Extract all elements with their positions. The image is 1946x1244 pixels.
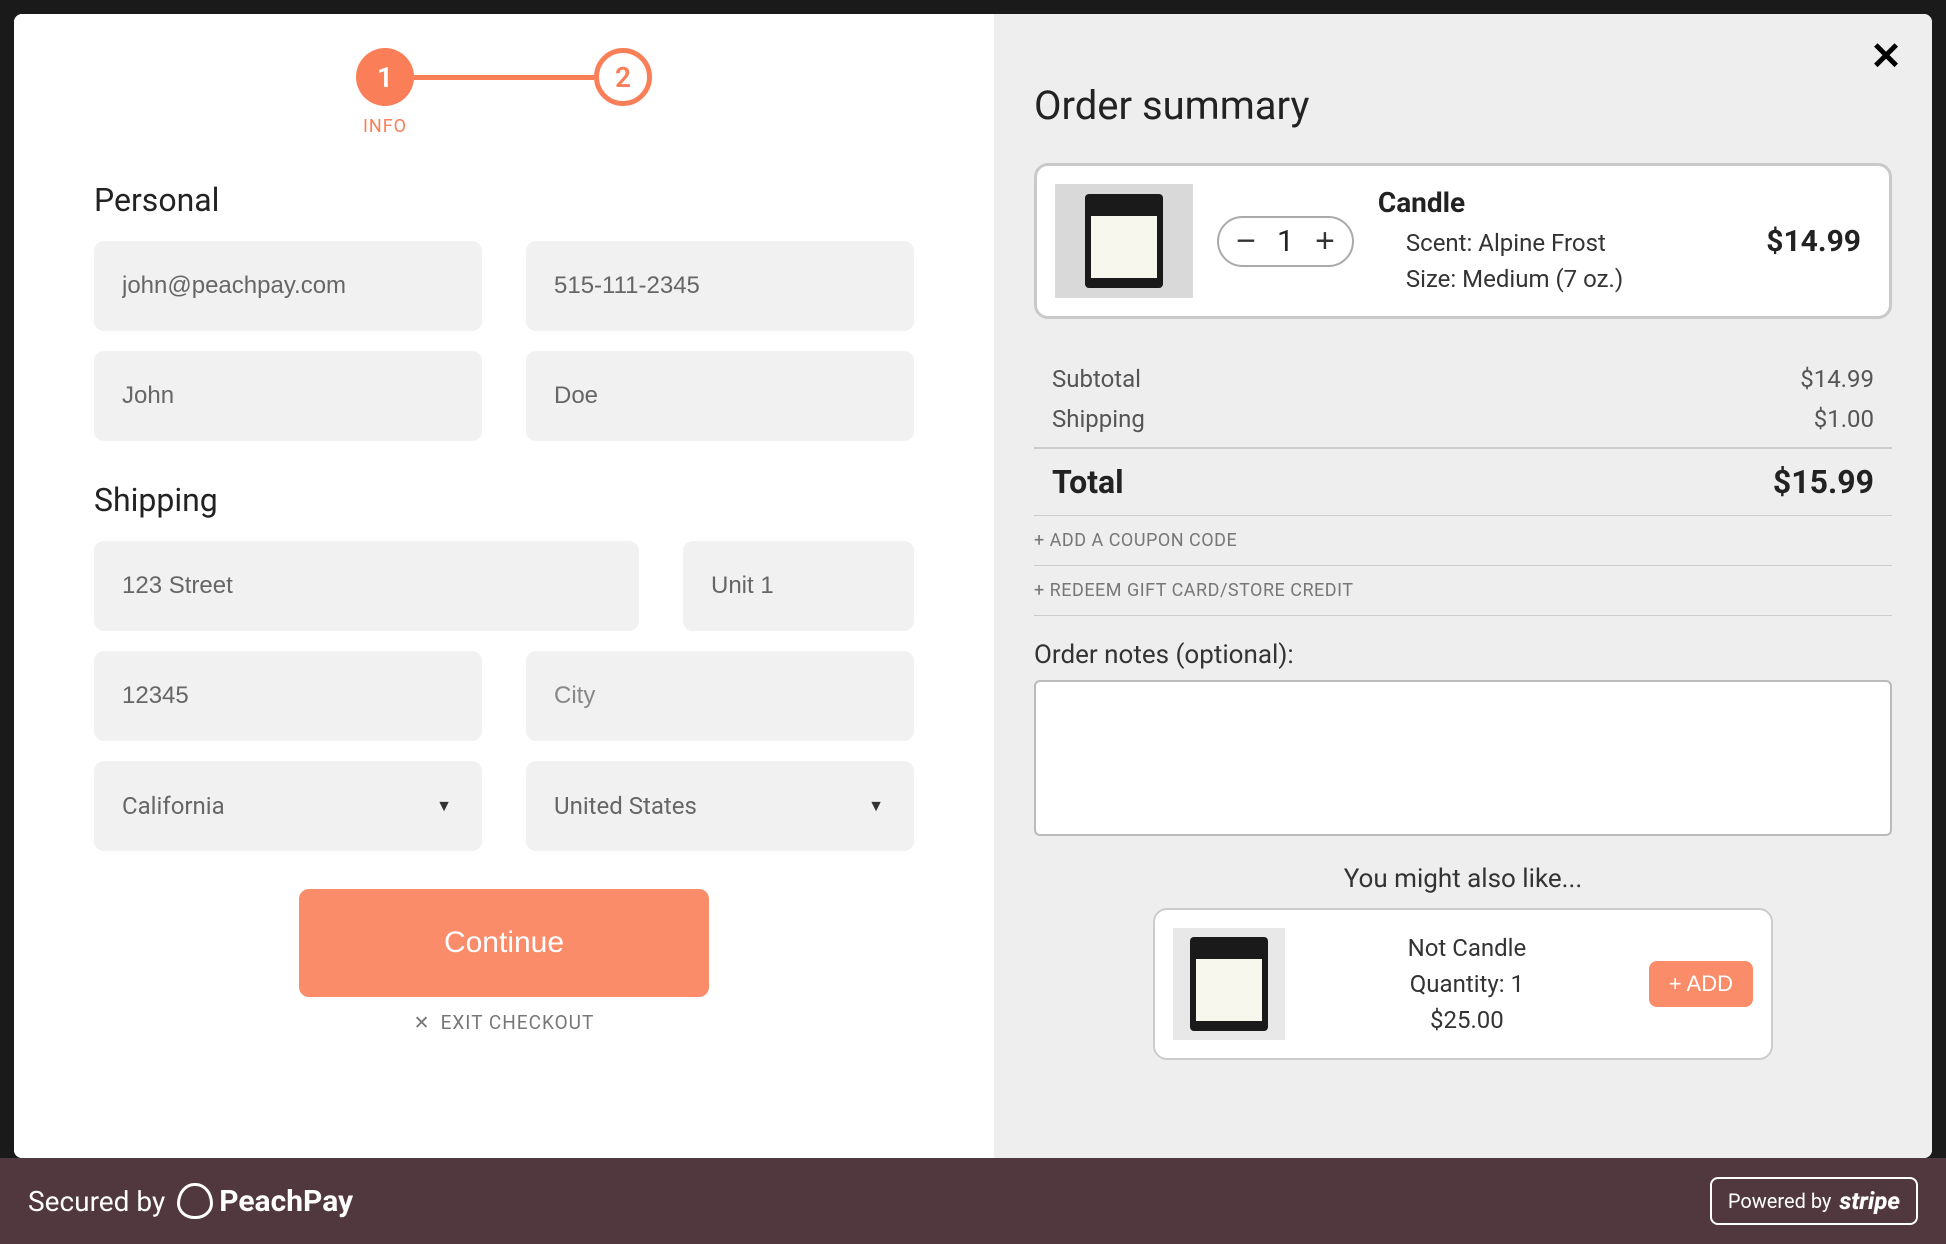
email-field[interactable] [94, 241, 482, 331]
powered-prefix: Powered by [1728, 1189, 1832, 1213]
state-select[interactable]: California [94, 761, 482, 851]
stepper: 1 INFO 2 [94, 48, 914, 137]
item-price: $14.99 [1766, 224, 1861, 259]
decrement-button[interactable]: − [1229, 224, 1263, 258]
postal-field[interactable] [94, 651, 482, 741]
secured-prefix: Secured by [28, 1185, 165, 1218]
subtotal-value: $14.99 [1800, 365, 1874, 393]
step-1-label: INFO [363, 116, 407, 137]
summary-heading: Order summary [1034, 82, 1892, 129]
summary-pane: ✕ Order summary − 1 + Candle Scent: Alpi… [994, 14, 1932, 1158]
stripe-badge[interactable]: Powered by stripe [1710, 1177, 1918, 1225]
stripe-logo: stripe [1839, 1187, 1900, 1215]
suggest-thumbnail [1173, 928, 1285, 1040]
item-size: Size: Medium (7 oz.) [1406, 261, 1742, 297]
step-2[interactable]: 2 [594, 48, 652, 106]
add-suggest-button[interactable]: + ADD [1649, 961, 1753, 1007]
quantity-stepper: − 1 + [1217, 216, 1354, 267]
subtotal-label: Subtotal [1052, 365, 1141, 393]
item-thumbnail [1055, 184, 1193, 298]
suggest-card: Not Candle Quantity: 1 $25.00 + ADD [1153, 908, 1773, 1060]
suggest-qty: Quantity: 1 [1309, 966, 1625, 1002]
city-field[interactable] [526, 651, 914, 741]
total-label: Total [1052, 463, 1124, 501]
step-line [414, 75, 594, 80]
close-button[interactable]: ✕ [1870, 38, 1902, 76]
shipping-value: $1.00 [1814, 405, 1874, 433]
cart-item: − 1 + Candle Scent: Alpine Frost Size: M… [1034, 163, 1892, 319]
step-1[interactable]: 1 [356, 48, 414, 106]
country-select[interactable]: United States [526, 761, 914, 851]
candle-icon [1190, 937, 1268, 1031]
phone-field[interactable] [526, 241, 914, 331]
exit-label: EXIT CHECKOUT [441, 1011, 595, 1034]
increment-button[interactable]: + [1308, 224, 1342, 258]
info-pane: 1 INFO 2 Personal Shipping [14, 14, 994, 1158]
suggest-name: Not Candle [1309, 930, 1625, 966]
close-icon: ✕ [414, 1011, 431, 1034]
footer: Secured by PeachPay Powered by stripe [0, 1158, 1946, 1244]
total-value: $15.99 [1773, 463, 1874, 501]
shipping-label: Shipping [1052, 405, 1145, 433]
checkout-modal: 1 INFO 2 Personal Shipping [14, 14, 1932, 1158]
peach-icon [177, 1183, 213, 1219]
exit-checkout-link[interactable]: ✕ EXIT CHECKOUT [414, 1011, 595, 1034]
continue-button[interactable]: Continue [299, 889, 709, 997]
item-scent: Scent: Alpine Frost [1406, 225, 1742, 261]
quantity-value: 1 [1277, 224, 1294, 259]
address2-field[interactable] [683, 541, 914, 631]
first-name-field[interactable] [94, 351, 482, 441]
address1-field[interactable] [94, 541, 639, 631]
notes-label: Order notes (optional): [1034, 640, 1892, 670]
item-name: Candle [1378, 186, 1742, 219]
brand-name: PeachPay [219, 1184, 353, 1219]
suggest-heading: You might also like... [1034, 864, 1892, 894]
candle-icon [1085, 194, 1163, 288]
shipping-heading: Shipping [94, 481, 914, 519]
last-name-field[interactable] [526, 351, 914, 441]
add-coupon-link[interactable]: + ADD A COUPON CODE [1034, 515, 1892, 565]
order-notes-field[interactable] [1034, 680, 1892, 836]
suggest-price: $25.00 [1309, 1002, 1625, 1038]
personal-heading: Personal [94, 181, 914, 219]
redeem-gift-link[interactable]: + REDEEM GIFT CARD/STORE CREDIT [1034, 565, 1892, 616]
